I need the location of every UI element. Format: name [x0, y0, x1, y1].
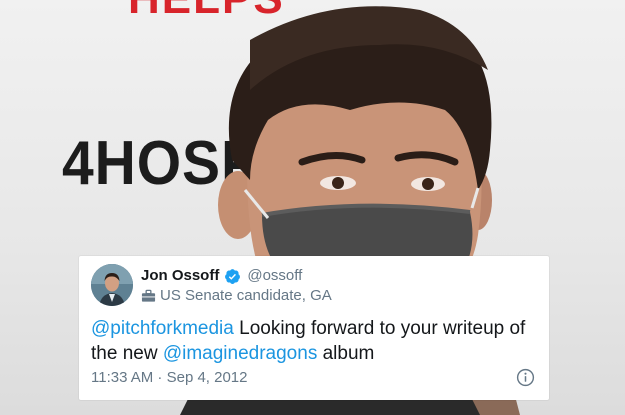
author-line: Jon Ossoff @ossoff	[141, 267, 302, 285]
author-handle[interactable]: @ossoff	[247, 267, 302, 285]
tweet-timestamp[interactable]: 11:33 AM · Sep 4, 2012	[91, 369, 248, 387]
author-name[interactable]: Jon Ossoff	[141, 267, 219, 285]
author-avatar[interactable]	[91, 264, 133, 306]
tweet-text-segment: album	[317, 343, 375, 364]
verified-badge-icon	[225, 268, 241, 284]
briefcase-icon	[141, 289, 156, 302]
tweet-text: @pitchforkmedia Looking forward to your …	[91, 316, 536, 366]
tweet-card[interactable]: Jon Ossoff @ossoff US Senate candidate, …	[79, 256, 549, 400]
avatar-image	[91, 264, 133, 306]
info-icon[interactable]	[516, 368, 535, 387]
mention-link[interactable]: @pitchforkmedia	[91, 318, 234, 339]
bio-text: US Senate candidate, GA	[160, 287, 332, 304]
author-bio: US Senate candidate, GA	[141, 287, 332, 305]
mention-link[interactable]: @imaginedragons	[163, 343, 318, 364]
